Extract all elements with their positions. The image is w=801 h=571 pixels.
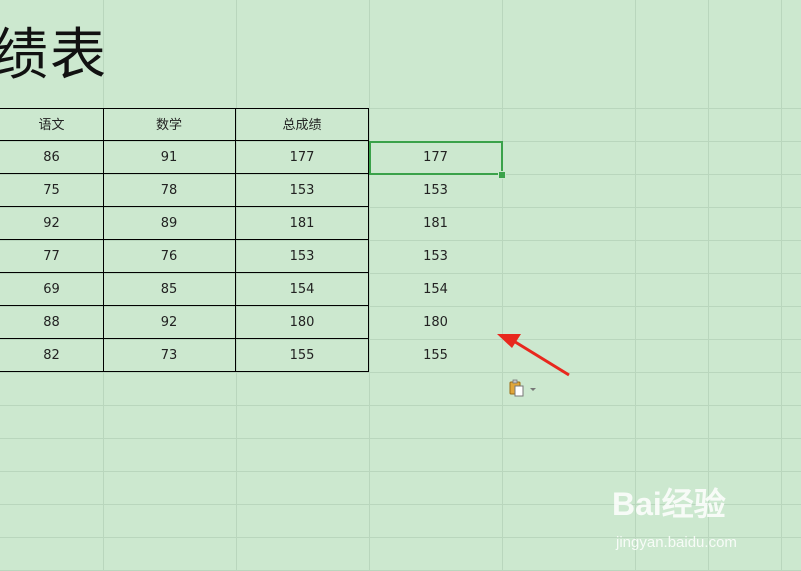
watermark-brand: Bai经验 <box>612 486 726 522</box>
chevron-down-icon <box>530 388 536 391</box>
gridline-row <box>0 372 801 373</box>
table-cell[interactable]: 78 <box>103 174 236 207</box>
pasted-value-cell[interactable]: 153 <box>369 174 502 207</box>
table-cell[interactable]: 77 <box>0 240 104 273</box>
paste-options-button[interactable] <box>509 379 539 397</box>
table-cell[interactable]: 69 <box>0 273 104 306</box>
gridline-row <box>0 471 801 472</box>
pasted-value-cell[interactable]: 153 <box>369 240 502 273</box>
gridline-row <box>0 405 801 406</box>
column-header[interactable]: 数学 <box>103 108 236 141</box>
table-cell[interactable]: 91 <box>103 141 236 174</box>
table-cell[interactable]: 85 <box>103 273 236 306</box>
table-cell[interactable]: 177 <box>236 141 369 174</box>
paste-options-icon <box>509 379 536 397</box>
table-cell[interactable]: 180 <box>236 306 369 339</box>
table-cell[interactable]: 73 <box>103 339 236 372</box>
table-cell[interactable]: 153 <box>236 240 369 273</box>
table-cell[interactable]: 153 <box>236 174 369 207</box>
gridline-row <box>0 438 801 439</box>
table-cell[interactable]: 76 <box>103 240 236 273</box>
table-cell[interactable]: 82 <box>0 339 104 372</box>
table-cell[interactable]: 75 <box>0 174 104 207</box>
pasted-value-cell[interactable]: 181 <box>369 207 502 240</box>
table-cell[interactable]: 155 <box>236 339 369 372</box>
watermark: Bai经验 jingyan.baidu.com <box>612 484 792 564</box>
fill-handle[interactable] <box>498 171 506 179</box>
pasted-value-cell[interactable]: 177 <box>369 141 502 174</box>
sheet-title: 绩表 <box>0 23 108 88</box>
table-cell[interactable]: 89 <box>103 207 236 240</box>
gridline-col <box>502 0 503 571</box>
table-cell[interactable]: 86 <box>0 141 104 174</box>
column-header[interactable]: 语文 <box>0 108 104 141</box>
pasted-value-cell[interactable]: 154 <box>369 273 502 306</box>
table-cell[interactable]: 88 <box>0 306 104 339</box>
table-cell[interactable]: 92 <box>103 306 236 339</box>
watermark-url: jingyan.baidu.com <box>616 534 737 551</box>
pasted-value-cell[interactable]: 155 <box>369 339 502 372</box>
table-cell[interactable]: 92 <box>0 207 104 240</box>
table-cell[interactable]: 154 <box>236 273 369 306</box>
column-header[interactable]: 总成绩 <box>236 108 369 141</box>
pasted-value-cell[interactable]: 180 <box>369 306 502 339</box>
table-cell[interactable]: 181 <box>236 207 369 240</box>
